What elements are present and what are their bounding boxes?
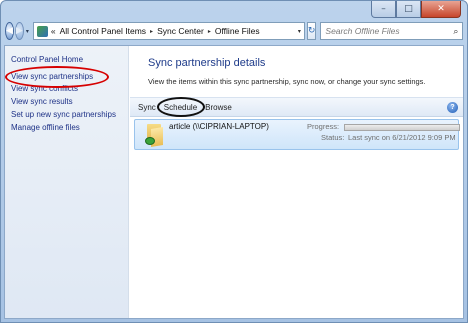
- black-highlight-circle: [156, 96, 205, 117]
- back-button[interactable]: ◀: [5, 22, 14, 40]
- recent-pages-dropdown-icon[interactable]: ▾: [26, 28, 29, 35]
- item-name: article (\\CIPRIAN-LAPTOP): [169, 122, 269, 131]
- schedule-button[interactable]: Schedule: [156, 96, 205, 117]
- sync-button[interactable]: Sync: [138, 103, 156, 112]
- refresh-icon: ↻: [307, 26, 316, 36]
- page-description: View the items within this sync partners…: [148, 77, 426, 86]
- control-panel-icon: [36, 25, 48, 37]
- breadcrumb-sync-center[interactable]: Sync Center: [157, 26, 204, 36]
- progress-label: Progress:: [307, 122, 340, 131]
- main-panel: Sync partnership details View the items …: [130, 46, 463, 318]
- sidebar-item-set-up-new-sync-partnerships[interactable]: Set up new sync partnerships: [11, 109, 128, 122]
- address-bar[interactable]: « All Control Panel Items ▸ Sync Center …: [32, 22, 305, 40]
- search-input[interactable]: Search Offline Files ⌕: [320, 22, 464, 40]
- sidebar-item-control-panel-home[interactable]: Control Panel Home: [11, 54, 128, 67]
- refresh-button[interactable]: ↻: [306, 22, 317, 40]
- offline-files-window: – □ ✕ ◀ ▶ ▾ « All Control Panel Items ▸ …: [0, 0, 468, 323]
- navigation-bar: ◀ ▶ ▾ « All Control Panel Items ▸ Sync C…: [5, 20, 464, 42]
- offline-folder-icon: [145, 122, 163, 148]
- progress-bar: [344, 124, 460, 131]
- search-placeholder: Search Offline Files: [325, 26, 400, 36]
- command-toolbar: Sync Schedule Browse ?: [130, 96, 463, 117]
- red-highlight-circle: [5, 65, 109, 88]
- content-area: Control Panel Home View sync partnership…: [4, 45, 464, 319]
- minimize-button[interactable]: –: [371, 1, 396, 18]
- browse-button[interactable]: Browse: [205, 103, 232, 112]
- caption-buttons: – □ ✕: [371, 1, 461, 18]
- status-label: Status:: [321, 133, 345, 142]
- maximize-button[interactable]: □: [396, 1, 421, 18]
- address-overflow-chevron[interactable]: «: [51, 26, 56, 36]
- forward-button[interactable]: ▶: [14, 22, 24, 40]
- sidebar: Control Panel Home View sync partnership…: [5, 46, 129, 318]
- breadcrumb-all-control-panel-items[interactable]: All Control Panel Items: [60, 26, 146, 36]
- close-button[interactable]: ✕: [421, 1, 461, 18]
- breadcrumb-separator-icon[interactable]: ▸: [150, 28, 153, 35]
- help-icon[interactable]: ?: [447, 101, 458, 113]
- sidebar-item-manage-offline-files[interactable]: Manage offline files: [11, 122, 128, 135]
- sync-partnership-item[interactable]: article (\\CIPRIAN-LAPTOP) Progress: Sta…: [134, 119, 460, 150]
- breadcrumb-separator-icon[interactable]: ▸: [208, 28, 211, 35]
- sidebar-item-view-sync-partnerships[interactable]: View sync partnerships: [5, 65, 128, 88]
- address-dropdown-icon[interactable]: ▾: [298, 28, 301, 35]
- forward-arrow-icon: ▶: [15, 26, 23, 36]
- back-arrow-icon: ◀: [6, 26, 13, 36]
- status-value: Last sync on 6/21/2012 9:09 PM: [348, 133, 456, 142]
- sidebar-item-view-sync-results[interactable]: View sync results: [11, 96, 128, 109]
- sync-status-icon: [145, 137, 155, 145]
- page-title: Sync partnership details: [148, 57, 266, 69]
- breadcrumb-offline-files[interactable]: Offline Files: [215, 26, 260, 36]
- search-icon[interactable]: ⌕: [453, 26, 458, 37]
